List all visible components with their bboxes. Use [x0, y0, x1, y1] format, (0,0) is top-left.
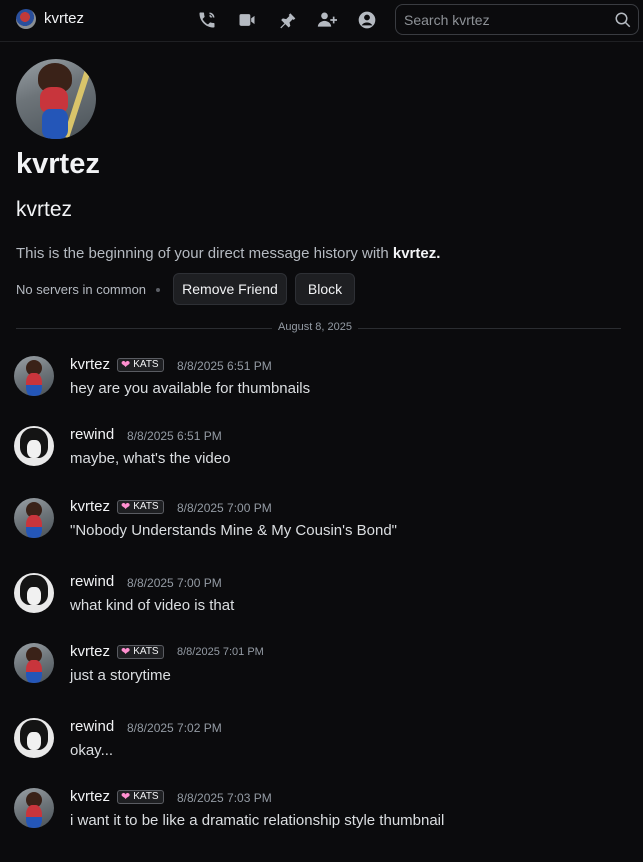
- block-button[interactable]: Block: [295, 273, 355, 305]
- profile-icon[interactable]: [355, 8, 379, 32]
- message-author[interactable]: kvrtez: [70, 356, 110, 373]
- message-text: "Nobody Understands Mine & My Cousin's B…: [70, 522, 398, 539]
- header-title[interactable]: kvrtez: [44, 10, 84, 27]
- message-timestamp: 8/8/2025 6:51 PM: [127, 429, 222, 443]
- message-text: what kind of video is that: [70, 597, 235, 614]
- avatar[interactable]: [14, 718, 54, 758]
- heart-icon: ❤: [121, 501, 131, 513]
- guild-tag-badge[interactable]: ❤ KATS: [117, 358, 164, 372]
- message-text: i want it to be like a dramatic relation…: [70, 812, 445, 829]
- message[interactable]: rewind 8/8/2025 7:02 PM okay...: [0, 718, 643, 778]
- search-input[interactable]: [396, 11, 606, 28]
- message[interactable]: rewind 8/8/2025 6:51 PM maybe, what's th…: [0, 426, 643, 486]
- heart-icon: ❤: [121, 646, 131, 658]
- message-text: maybe, what's the video: [70, 450, 231, 467]
- avatar[interactable]: [14, 573, 54, 613]
- intro-username: kvrtez.: [392, 245, 441, 262]
- avatar[interactable]: [14, 426, 54, 466]
- message-author[interactable]: kvrtez: [70, 498, 110, 515]
- guild-tag-badge[interactable]: ❤ KATS: [117, 790, 164, 804]
- avatar[interactable]: [14, 788, 54, 828]
- message-timestamp: 8/8/2025 7:00 PM: [177, 501, 272, 515]
- search-box[interactable]: [395, 4, 639, 35]
- date-divider-label: August 8, 2025: [272, 321, 359, 333]
- message[interactable]: kvrtez ❤ KATS 8/8/2025 7:00 PM "Nobody Un…: [0, 498, 643, 558]
- separator-dot: [156, 288, 160, 292]
- message-author[interactable]: kvrtez: [70, 788, 110, 805]
- dm-header: kvrtez: [0, 0, 643, 42]
- message[interactable]: kvrtez ❤ KATS 8/8/2025 7:01 PM just a sto…: [0, 643, 643, 703]
- profile-display-name: kvrtez: [16, 148, 100, 180]
- add-friend-icon[interactable]: [315, 8, 339, 32]
- mutual-servers-text[interactable]: No servers in common: [16, 282, 146, 297]
- video-call-icon[interactable]: [235, 8, 259, 32]
- header-avatar[interactable]: [16, 9, 36, 29]
- message-text: okay...: [70, 742, 114, 759]
- guild-tag-badge[interactable]: ❤ KATS: [117, 645, 164, 659]
- dm-intro-text: This is the beginning of your direct mes…: [16, 245, 441, 262]
- search-icon[interactable]: [614, 11, 632, 29]
- message-text: just a storytime: [70, 667, 171, 684]
- message-timestamp: 8/8/2025 7:02 PM: [127, 721, 222, 735]
- message-timestamp: 8/8/2025 6:51 PM: [177, 359, 272, 373]
- message-timestamp: 8/8/2025 7:00 PM: [127, 576, 222, 590]
- remove-friend-button[interactable]: Remove Friend: [173, 273, 287, 305]
- message-timestamp: 8/8/2025 7:01 PM: [177, 646, 264, 658]
- message[interactable]: kvrtez ❤ KATS 8/8/2025 6:51 PM hey are yo…: [0, 356, 643, 416]
- avatar[interactable]: [14, 498, 54, 538]
- heart-icon: ❤: [121, 791, 131, 803]
- message-author[interactable]: rewind: [70, 573, 114, 590]
- message[interactable]: kvrtez ❤ KATS 8/8/2025 7:03 PM i want it …: [0, 788, 643, 848]
- message-text: hey are you available for thumbnails: [70, 380, 311, 397]
- profile-username: kvrtez: [16, 198, 73, 221]
- heart-icon: ❤: [121, 359, 131, 371]
- message-author[interactable]: rewind: [70, 718, 114, 735]
- avatar[interactable]: [14, 643, 54, 683]
- guild-tag-badge[interactable]: ❤ KATS: [117, 500, 164, 514]
- message-author[interactable]: rewind: [70, 426, 114, 443]
- message-author[interactable]: kvrtez: [70, 643, 110, 660]
- avatar[interactable]: [14, 356, 54, 396]
- pin-icon[interactable]: [275, 8, 299, 32]
- voice-call-icon[interactable]: [195, 8, 219, 32]
- message-timestamp: 8/8/2025 7:03 PM: [177, 791, 272, 805]
- profile-avatar[interactable]: [16, 59, 96, 139]
- message[interactable]: rewind 8/8/2025 7:00 PM what kind of vid…: [0, 573, 643, 633]
